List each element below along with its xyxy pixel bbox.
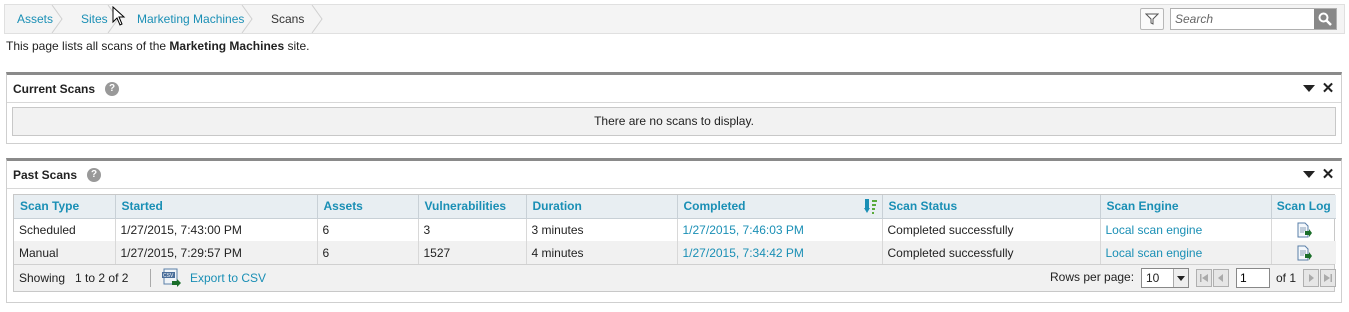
cell-scan-engine-link[interactable]: Local scan engine xyxy=(1100,218,1272,241)
current-scans-header: Current Scans ? ✕ xyxy=(7,75,1341,103)
column-header-scan-status[interactable]: Scan Status xyxy=(882,195,1101,219)
showing-count: Showing 1 to 2 of 2 xyxy=(19,271,129,285)
column-header-scan-log[interactable]: Scan Log xyxy=(1271,195,1336,219)
description-prefix: This page lists all scans of the xyxy=(6,39,170,53)
cell-duration: 4 minutes xyxy=(526,241,678,264)
last-page-icon xyxy=(1324,274,1332,282)
csv-icon[interactable]: CSV xyxy=(162,268,182,288)
breadcrumb-separator-icon xyxy=(51,5,63,33)
cell-started: 1/27/2015, 7:43:00 PM xyxy=(115,218,318,241)
search-icon xyxy=(1318,12,1332,26)
search-button[interactable] xyxy=(1314,9,1336,29)
help-icon[interactable]: ? xyxy=(105,82,119,96)
empty-state: There are no scans to display. xyxy=(12,107,1336,136)
cell-vulnerabilities: 1527 xyxy=(418,241,527,264)
next-page-button[interactable] xyxy=(1303,269,1319,287)
page-description: This page lists all scans of the Marketi… xyxy=(6,39,309,53)
column-header-completed[interactable]: Completed xyxy=(677,195,883,219)
export-csv-link[interactable]: Export to CSV xyxy=(190,265,266,292)
breadcrumb-assets-label[interactable]: Assets xyxy=(17,12,53,26)
scan-log-icon[interactable] xyxy=(1296,222,1312,238)
first-page-button[interactable] xyxy=(1196,269,1212,287)
sort-descending-icon xyxy=(863,199,877,214)
collapse-icon[interactable] xyxy=(1303,171,1315,178)
column-header-vulnerabilities[interactable]: Vulnerabilities xyxy=(418,195,527,219)
column-header-started[interactable]: Started xyxy=(115,195,318,219)
cell-started: 1/27/2015, 7:29:57 PM xyxy=(115,241,318,264)
next-page-icon xyxy=(1309,274,1314,282)
breadcrumb-assets[interactable]: Assets xyxy=(5,5,63,33)
current-scans-panel: Current Scans ? ✕ There are no scans to … xyxy=(6,72,1342,144)
column-header-scan-engine[interactable]: Scan Engine xyxy=(1100,195,1272,219)
cell-completed-link[interactable]: 1/27/2015, 7:46:03 PM xyxy=(677,218,883,241)
cell-scan-type: Scheduled xyxy=(14,218,116,241)
rows-per-page-value: 10 xyxy=(1146,271,1160,285)
cell-scan-engine-link[interactable]: Local scan engine xyxy=(1100,241,1272,264)
column-header-duration[interactable]: Duration xyxy=(526,195,678,219)
breadcrumb: Assets Sites Marketing Machines Scans xyxy=(5,5,323,33)
breadcrumb-separator-icon xyxy=(311,5,323,33)
filter-icon xyxy=(1145,13,1159,25)
cell-scan-status: Completed successfully xyxy=(882,218,1101,241)
first-page-icon xyxy=(1200,274,1208,282)
scan-log-icon[interactable] xyxy=(1296,245,1312,261)
empty-message: There are no scans to display. xyxy=(594,114,754,128)
cell-scan-log xyxy=(1271,241,1336,264)
column-header-completed-label[interactable]: Completed xyxy=(684,199,746,213)
page-total: of 1 xyxy=(1276,271,1297,285)
breadcrumb-sites-label[interactable]: Sites xyxy=(81,12,108,26)
close-icon[interactable]: ✕ xyxy=(1321,81,1335,97)
column-header-assets[interactable]: Assets xyxy=(317,195,419,219)
past-scans-header: Past Scans ? ✕ xyxy=(7,161,1341,189)
chevron-down-icon xyxy=(1173,269,1188,287)
past-scans-title: Past Scans xyxy=(13,168,78,182)
search-input[interactable] xyxy=(1171,9,1313,29)
current-scans-title: Current Scans xyxy=(13,82,96,96)
last-page-button[interactable] xyxy=(1320,269,1336,287)
mouse-cursor-icon xyxy=(112,6,126,26)
rows-per-page-select[interactable]: 10 xyxy=(1141,268,1189,288)
page-number-input[interactable] xyxy=(1236,268,1270,288)
breadcrumb-scans: Scans xyxy=(253,5,323,33)
table-header-row: Scan Type Started Assets Vulnerabilities… xyxy=(14,195,1336,219)
cell-completed-link[interactable]: 1/27/2015, 7:34:42 PM xyxy=(677,241,883,264)
cell-scan-log xyxy=(1271,218,1336,241)
filter-button[interactable] xyxy=(1140,8,1164,30)
previous-page-icon xyxy=(1218,274,1223,282)
cell-assets: 6 xyxy=(317,241,419,264)
table-row[interactable]: Scheduled 1/27/2015, 7:43:00 PM 6 3 3 mi… xyxy=(14,218,1336,241)
past-scans-panel: Past Scans ? ✕ Scan Type Started Assets … xyxy=(6,158,1342,303)
cell-scan-type: Manual xyxy=(14,241,116,264)
description-suffix: site. xyxy=(284,39,310,53)
collapse-icon[interactable] xyxy=(1303,85,1315,92)
rows-per-page-label: Rows per page: xyxy=(1050,270,1135,284)
footer-divider xyxy=(150,269,151,287)
search-box xyxy=(1170,8,1337,30)
top-bar: Assets Sites Marketing Machines Scans xyxy=(4,4,1345,34)
table-row[interactable]: Manual 1/27/2015, 7:29:57 PM 6 1527 4 mi… xyxy=(14,241,1336,264)
breadcrumb-separator-icon xyxy=(241,5,253,33)
cell-vulnerabilities: 3 xyxy=(418,218,527,241)
previous-page-button[interactable] xyxy=(1213,269,1229,287)
table-footer: Showing 1 to 2 of 2 CSV Export to CSV Ro… xyxy=(14,264,1336,292)
breadcrumb-scans-label: Scans xyxy=(271,12,305,26)
cell-duration: 3 minutes xyxy=(526,218,678,241)
help-icon[interactable]: ? xyxy=(87,168,101,182)
svg-text:CSV: CSV xyxy=(163,273,174,279)
breadcrumb-site-label[interactable]: Marketing Machines xyxy=(137,12,244,26)
breadcrumb-sites[interactable]: Sites xyxy=(63,5,119,33)
description-site-name: Marketing Machines xyxy=(169,39,285,53)
cell-scan-status: Completed successfully xyxy=(882,241,1101,264)
past-scans-table: Scan Type Started Assets Vulnerabilities… xyxy=(13,194,1336,292)
column-header-scan-type[interactable]: Scan Type xyxy=(14,195,116,219)
cell-assets: 6 xyxy=(317,218,419,241)
close-icon[interactable]: ✕ xyxy=(1321,167,1335,183)
breadcrumb-site[interactable]: Marketing Machines xyxy=(119,5,253,33)
